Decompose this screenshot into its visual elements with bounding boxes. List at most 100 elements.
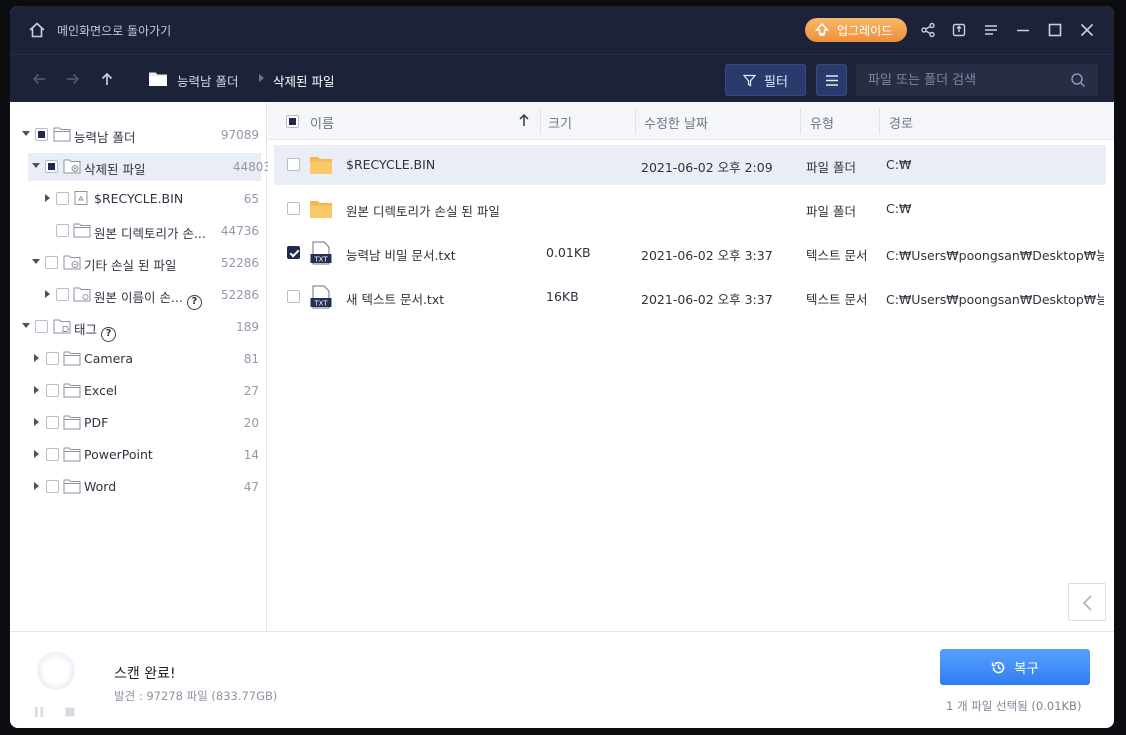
column-header-date[interactable]: 수정한 날짜: [644, 113, 708, 132]
upgrade-button[interactable]: 업그레이드: [805, 18, 907, 42]
tree-item-recycle-bin[interactable]: $RECYCLE.BIN 65: [10, 185, 267, 213]
share-icon[interactable]: [920, 22, 936, 38]
tree-item-lost-directory[interactable]: 원본 디렉토리가 손... 44736: [10, 217, 267, 245]
tree-item-lost-names[interactable]: 원본 이름이 손...? 52286: [10, 281, 267, 310]
help-icon[interactable]: ?: [186, 295, 202, 310]
up-arrow-icon[interactable]: [99, 71, 115, 87]
folder-icon: [310, 157, 332, 174]
tree-checkbox[interactable]: [46, 416, 59, 429]
menu-icon[interactable]: [983, 22, 999, 38]
tree-item-word[interactable]: Word 47: [10, 473, 267, 501]
tree-count: 52286: [220, 256, 259, 270]
table-row[interactable]: $RECYCLE.BIN 2021-06-02 오후 2:09 파일 폴더 C:…: [274, 145, 1106, 185]
caret-down-icon[interactable]: [22, 131, 30, 136]
help-icon[interactable]: ?: [101, 327, 117, 342]
file-type: 텍스트 문서: [806, 292, 868, 307]
home-icon[interactable]: [28, 21, 46, 39]
tree-checkbox[interactable]: [46, 448, 59, 461]
column-divider[interactable]: [879, 108, 880, 134]
tree-count: 52286: [220, 288, 259, 302]
tree-checkbox[interactable]: [35, 320, 48, 333]
row-checkbox[interactable]: [287, 246, 300, 259]
search-icon[interactable]: [1070, 72, 1086, 88]
row-checkbox[interactable]: [287, 158, 300, 171]
tree-checkbox[interactable]: [35, 128, 48, 141]
tree-item-other-lost[interactable]: 기타 손실 된 파일 52286: [10, 249, 267, 277]
search-input[interactable]: [868, 70, 1058, 90]
table-row[interactable]: TXT 새 텍스트 문서.txt 16KB 2021-06-02 오후 3:37…: [274, 277, 1106, 317]
breadcrumb-item-root[interactable]: 능력남 폴더: [177, 71, 238, 90]
select-all-checkbox[interactable]: [286, 115, 299, 128]
caret-right-icon[interactable]: [34, 354, 39, 362]
tree-item-excel[interactable]: Excel 27: [10, 377, 267, 405]
caret-down-icon[interactable]: [32, 259, 40, 264]
tree-item-root-folder[interactable]: 능력남 폴더 97089: [10, 121, 267, 149]
folder-icon: [63, 383, 81, 398]
caret-right-icon[interactable]: [45, 194, 50, 202]
caret-down-icon[interactable]: [32, 163, 40, 168]
row-checkbox[interactable]: [287, 202, 300, 215]
file-size: 0.01KB: [546, 245, 591, 260]
maximize-icon[interactable]: [1047, 22, 1063, 38]
tree-count: 20: [243, 416, 259, 430]
folder-icon: [63, 351, 81, 366]
upgrade-arrow-icon: [815, 23, 829, 36]
table-row[interactable]: 원본 디렉토리가 손실 된 파일 파일 폴더 C:₩: [274, 189, 1106, 229]
column-divider[interactable]: [635, 108, 636, 134]
tree-item-deleted-files[interactable]: 삭제된 파일 44803: [28, 153, 271, 181]
forward-arrow-icon[interactable]: [65, 71, 81, 87]
tag-folder-icon: [53, 319, 71, 334]
list-view-button[interactable]: [816, 64, 847, 96]
tree-checkbox[interactable]: [45, 160, 58, 173]
column-header-name[interactable]: 이름: [310, 113, 334, 132]
tree-label: 태그?: [74, 319, 117, 342]
collapse-panel-button[interactable]: [1068, 583, 1106, 621]
column-divider[interactable]: [800, 108, 801, 134]
file-name: 원본 디렉토리가 손실 된 파일: [346, 204, 500, 219]
sort-ascending-icon[interactable]: [518, 113, 530, 127]
scan-status-detail: 발견 : 97278 파일 (833.77GB): [114, 689, 278, 703]
recover-button[interactable]: 복구: [940, 649, 1090, 685]
tree-checkbox[interactable]: [45, 256, 58, 269]
txt-badge: TXT: [313, 256, 328, 264]
close-icon[interactable]: [1079, 22, 1095, 38]
caret-right-icon[interactable]: [34, 482, 39, 490]
tree-checkbox[interactable]: [46, 352, 59, 365]
caret-right-icon[interactable]: [34, 450, 39, 458]
back-to-main-link[interactable]: 메인화면으로 돌아가기: [57, 22, 171, 39]
file-type: 텍스트 문서: [806, 248, 868, 263]
file-date: 2021-06-02 오후 3:37: [641, 248, 773, 263]
tree-checkbox[interactable]: [56, 288, 69, 301]
tree-item-camera[interactable]: Camera 81: [10, 345, 267, 373]
caret-right-icon[interactable]: [34, 418, 39, 426]
tree-label: 능력남 폴더: [74, 130, 136, 145]
tree-checkbox[interactable]: [46, 384, 59, 397]
lost-folder-icon: [63, 255, 81, 270]
tree-count: 27: [243, 384, 259, 398]
file-date: 2021-06-02 오후 2:09: [641, 160, 773, 175]
pause-icon[interactable]: [33, 706, 45, 718]
file-type: 파일 폴더: [806, 204, 856, 219]
tree-checkbox[interactable]: [46, 480, 59, 493]
tree-count: 97089: [220, 128, 259, 142]
column-divider[interactable]: [540, 108, 541, 134]
column-header-path[interactable]: 경로: [889, 113, 913, 132]
minimize-icon[interactable]: [1015, 22, 1031, 38]
row-checkbox[interactable]: [287, 290, 300, 303]
caret-right-icon[interactable]: [34, 386, 39, 394]
caret-right-icon[interactable]: [45, 290, 50, 298]
table-row[interactable]: TXT 능력남 비밀 문서.txt 0.01KB 2021-06-02 오후 3…: [274, 233, 1106, 273]
breadcrumb-item-current[interactable]: 삭제된 파일: [273, 71, 334, 90]
tree-item-tags[interactable]: 태그? 189: [10, 313, 267, 342]
column-header-size[interactable]: 크기: [548, 113, 572, 132]
caret-down-icon[interactable]: [22, 323, 30, 328]
back-arrow-icon[interactable]: [31, 71, 47, 87]
column-header-type[interactable]: 유형: [810, 113, 834, 132]
tree-checkbox[interactable]: [56, 192, 69, 205]
filter-button[interactable]: 필터: [725, 64, 806, 96]
stop-icon[interactable]: [64, 706, 76, 718]
tree-item-powerpoint[interactable]: PowerPoint 14: [10, 441, 267, 469]
export-icon[interactable]: [951, 22, 967, 38]
tree-checkbox[interactable]: [56, 224, 69, 237]
tree-item-pdf[interactable]: PDF 20: [10, 409, 267, 437]
